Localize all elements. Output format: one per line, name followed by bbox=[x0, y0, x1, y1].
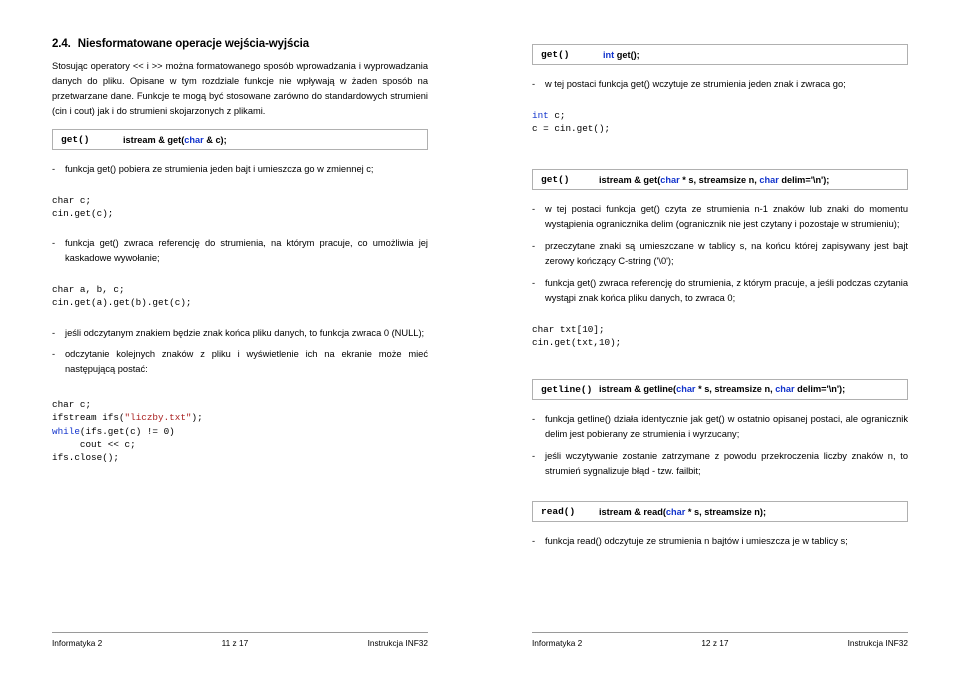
slide-right: get() int get(); - w tej postaci funkcja… bbox=[480, 0, 960, 674]
list-item: - funkcja get() pobiera ze strumienia je… bbox=[52, 162, 428, 177]
signature-keyword: int bbox=[603, 49, 615, 60]
footer-right-text: Instrukcja INF32 bbox=[847, 638, 908, 648]
list-item-text: funkcja get() pobiera ze strumienia jede… bbox=[65, 164, 374, 175]
code-line-suffix: ); bbox=[191, 412, 203, 424]
footer-right-slide: Informatyka 2 12 z 17 Instrukcja INF32 bbox=[532, 632, 908, 648]
list-item-text: jeśli wczytywanie zostanie zatrzymane z … bbox=[545, 450, 908, 476]
signature-prefix: istream & read( bbox=[599, 506, 666, 517]
code-while-rest: (ifs.get(c) != 0) bbox=[79, 425, 175, 437]
function-name: read() bbox=[541, 506, 576, 518]
code-string-literal: "liczby.txt" bbox=[124, 412, 192, 424]
footer-left-slide: Informatyka 2 11 z 17 Instrukcja INF32 bbox=[52, 632, 428, 648]
list-item: - funkcja read() odczytuje ze strumienia… bbox=[532, 534, 908, 549]
list-item-text: funkcja read() odczytuje ze strumienia n… bbox=[545, 536, 848, 547]
signature-middle: * s, streamsize n, bbox=[695, 384, 776, 395]
signature-get-buffer: get() istream & get(char * s, streamsize… bbox=[532, 169, 908, 191]
function-signature: istream & get(char * s, streamsize n, ch… bbox=[599, 175, 829, 185]
list-item-text: w tej postaci funkcja get() wczytuje ze … bbox=[545, 79, 846, 89]
list-item: - funkcja getline() działa identycznie j… bbox=[532, 412, 908, 442]
code-block-3: char c; ifstream ifs("liczby.txt"); whil… bbox=[52, 398, 428, 464]
dash-bullet: - bbox=[532, 277, 536, 288]
section-number: 2.4. bbox=[52, 38, 71, 50]
code-text: char c; cin.get(c); bbox=[52, 195, 114, 220]
section-title: Niesformatowane operacje wejścia-wyjścia bbox=[77, 38, 310, 50]
code-text: char a, b, c; cin.get(a).get(b).get(c); bbox=[52, 284, 192, 309]
signature-middle: * s, streamsize n, bbox=[679, 174, 760, 185]
dash-bullet: - bbox=[532, 536, 536, 547]
dash-bullet: - bbox=[52, 164, 56, 175]
code-keyword: int bbox=[532, 109, 549, 121]
signature-get-char: get() istream & get(char & c); bbox=[52, 129, 428, 151]
code-block-1: int c; c = cin.get(); bbox=[532, 109, 908, 135]
signature-suffix: & c); bbox=[203, 134, 227, 145]
intro-text: Stosując operatory << i >> można formato… bbox=[52, 61, 428, 117]
code-line: char c; bbox=[52, 399, 92, 411]
section-heading: 2.4. Niesformatowane operacje wejścia-wyj… bbox=[52, 38, 428, 50]
code-line: cout << c; bbox=[52, 438, 136, 450]
list-item: - jeśli wczytywanie zostanie zatrzymane … bbox=[532, 449, 908, 479]
function-name: get() bbox=[541, 49, 570, 60]
signature-keyword-2: char bbox=[775, 384, 795, 395]
function-signature: int get(); bbox=[603, 50, 640, 60]
dash-bullet: - bbox=[52, 349, 56, 360]
list-item-text: funkcja get() zwraca referencję do strum… bbox=[545, 277, 908, 303]
list-item-text: przeczytane znaki są umieszczane w tabli… bbox=[545, 241, 908, 266]
dash-bullet: - bbox=[532, 204, 536, 215]
footer-page-number: 12 z 17 bbox=[701, 638, 729, 648]
signature-suffix: get(); bbox=[614, 49, 640, 60]
signature-getline: getline() istream & getline(char * s, st… bbox=[532, 378, 908, 400]
signature-prefix: istream & getline( bbox=[599, 384, 677, 395]
list-item-text: funkcja get() zwraca referencję do strum… bbox=[65, 238, 428, 264]
signature-suffix: delim='\n'); bbox=[778, 174, 830, 185]
signature-keyword: char bbox=[184, 134, 204, 145]
list-item-text: odczytanie kolejnych znaków z pliku i wy… bbox=[65, 349, 428, 375]
function-signature: istream & get(char & c); bbox=[123, 135, 227, 145]
function-name: get() bbox=[61, 134, 90, 146]
list-item: - funkcja get() zwraca referencję do str… bbox=[532, 276, 908, 306]
dash-bullet: - bbox=[532, 241, 536, 251]
function-name: getline() bbox=[541, 383, 593, 395]
intro-paragraph: Stosując operatory << i >> można formato… bbox=[52, 59, 428, 119]
list-item-text: w tej postaci funkcja get() czyta ze str… bbox=[545, 204, 908, 230]
signature-keyword-1: char bbox=[676, 384, 696, 395]
code-text: char txt[10]; cin.get(txt,10); bbox=[532, 323, 622, 348]
dash-bullet: - bbox=[532, 413, 536, 424]
signature-keyword-1: char bbox=[660, 174, 680, 185]
code-keyword-while: while bbox=[52, 425, 80, 437]
code-block-2: char a, b, c; cin.get(a).get(b).get(c); bbox=[52, 283, 428, 309]
footer-left-text: Informatyka 2 bbox=[52, 638, 103, 648]
list-item-text: funkcja getline() działa identycznie jak… bbox=[545, 413, 908, 439]
dash-bullet: - bbox=[52, 238, 56, 249]
signature-prefix: istream & get( bbox=[599, 174, 661, 185]
signature-suffix: delim='\n'); bbox=[794, 384, 846, 395]
dash-bullet: - bbox=[52, 327, 56, 338]
list-item: - jeśli odczytanym znakiem będzie znak k… bbox=[52, 326, 428, 341]
dash-bullet: - bbox=[532, 79, 536, 89]
function-signature: istream & read(char * s, streamsize n); bbox=[599, 507, 766, 517]
list-item: - odczytanie kolejnych znaków z pliku i … bbox=[52, 347, 428, 377]
footer-left-text: Informatyka 2 bbox=[532, 638, 583, 648]
signature-keyword-2: char bbox=[759, 174, 779, 185]
signature-prefix: istream & get( bbox=[123, 134, 185, 145]
list-item: - przeczytane znaki są umieszczane w tab… bbox=[532, 239, 908, 269]
signature-suffix: * s, streamsize n); bbox=[685, 506, 767, 517]
footer-right-text: Instrukcja INF32 bbox=[367, 638, 428, 648]
code-line-prefix: ifstream ifs( bbox=[52, 412, 125, 424]
list-item: - w tej postaci funkcja get() wczytuje z… bbox=[532, 77, 908, 92]
list-item: - funkcja get() zwraca referencję do str… bbox=[52, 236, 428, 266]
dash-bullet: - bbox=[532, 450, 536, 461]
code-block-2: char txt[10]; cin.get(txt,10); bbox=[532, 323, 908, 349]
signature-keyword: char bbox=[665, 506, 686, 517]
slide-left: 2.4. Niesformatowane operacje wejścia-wyj… bbox=[0, 0, 480, 674]
code-line: ifs.close(); bbox=[52, 451, 119, 463]
list-item-text: jeśli odczytanym znakiem będzie znak koń… bbox=[65, 327, 425, 338]
code-block-1: char c; cin.get(c); bbox=[52, 194, 428, 220]
footer-page-number: 11 z 17 bbox=[221, 638, 249, 648]
signature-get-int: get() int get(); bbox=[532, 44, 908, 65]
function-signature: istream & getline(char * s, streamsize n… bbox=[599, 384, 845, 394]
document-page: 2.4. Niesformatowane operacje wejścia-wyj… bbox=[0, 0, 960, 674]
list-item: - w tej postaci funkcja get() czyta ze s… bbox=[532, 202, 908, 232]
signature-read: read() istream & read(char * s, streamsi… bbox=[532, 501, 908, 523]
function-name: get() bbox=[541, 174, 570, 186]
